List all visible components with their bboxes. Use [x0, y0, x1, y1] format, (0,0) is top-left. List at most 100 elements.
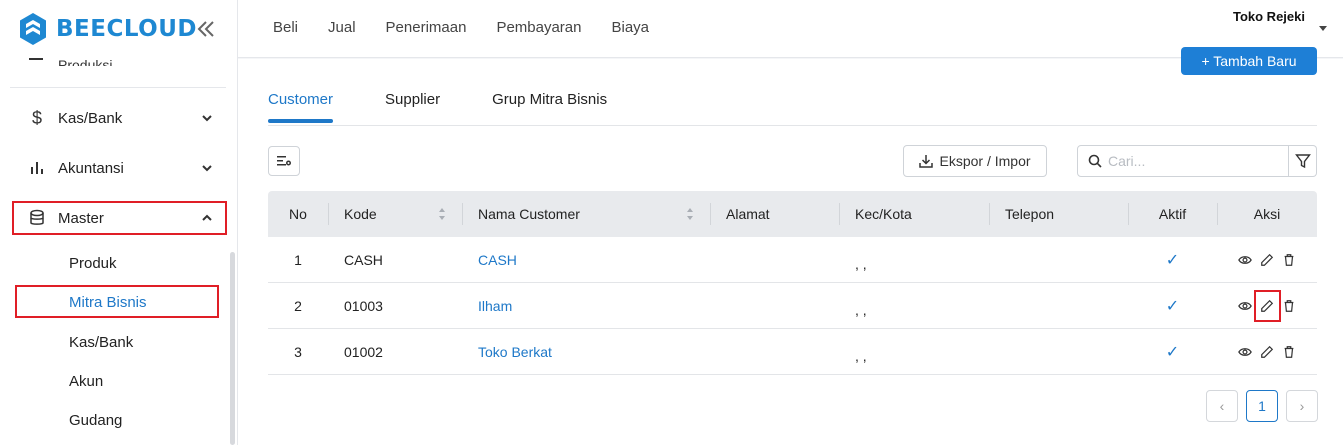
filter-icon [1294, 154, 1311, 169]
cell-alamat [710, 329, 839, 375]
col-telepon: Telepon [989, 191, 1128, 237]
sidebar: BEECLOUD Produksi $ Kas/Bank Akuntansi M… [0, 0, 238, 445]
search-box[interactable] [1077, 145, 1289, 177]
sidebar-item-kas-bank[interactable]: $ Kas/Bank [28, 107, 214, 129]
table-row: 2 01003 Ilham , , ✓ [268, 283, 1317, 329]
cell-telepon [989, 237, 1128, 283]
table-row: 1 CASH CASH , , ✓ [268, 237, 1317, 283]
sort-icon[interactable] [438, 207, 446, 221]
view-eye-icon[interactable] [1238, 345, 1252, 359]
cell-telepon [989, 329, 1128, 375]
page-1-button[interactable]: 1 [1246, 390, 1278, 422]
top-nav: Beli Jual Penerimaan Pembayaran Biaya [273, 19, 649, 36]
sidebar-subitem-gudang[interactable]: Gudang [69, 412, 122, 429]
col-kec-kota: Kec/Kota [839, 191, 989, 237]
brand-name: BEECLOUD [56, 16, 197, 42]
highlight-master [12, 201, 227, 235]
dollar-icon: $ [31, 107, 42, 128]
delete-trash-icon[interactable] [1282, 345, 1296, 359]
col-aktif: Aktif [1128, 191, 1217, 237]
tabs-divider [268, 125, 1317, 126]
customer-table: No Kode Nama Customer Alamat Kec/Kota Te… [268, 191, 1317, 375]
add-new-button[interactable]: + Tambah Baru [1181, 47, 1317, 75]
sidebar-item-label: Akuntansi [58, 159, 124, 177]
cell-kode: 01002 [344, 343, 383, 360]
sidebar-item-label: Produksi [58, 57, 113, 66]
col-alamat: Alamat [710, 191, 839, 237]
sidebar-item-label: Kas/Bank [58, 109, 123, 127]
cell-nama-link[interactable]: CASH [462, 237, 710, 283]
sidebar-scrollbar[interactable] [230, 252, 235, 445]
export-import-label: Ekspor / Impor [939, 153, 1031, 169]
col-aksi: Aksi [1217, 191, 1317, 237]
view-eye-icon[interactable] [1238, 253, 1252, 267]
bar-chart-icon [31, 162, 43, 174]
cell-kode: 01003 [344, 297, 383, 314]
next-page-button[interactable]: › [1286, 390, 1318, 422]
company-name[interactable]: Toko Rejeki [1233, 9, 1305, 24]
topnav-pembayaran[interactable]: Pembayaran [496, 19, 581, 36]
divider [10, 87, 226, 88]
topnav-jual[interactable]: Jual [328, 19, 356, 36]
cell-nama-link[interactable]: Toko Berkat [462, 329, 710, 375]
caret-down-icon[interactable] [1317, 22, 1329, 34]
cell-kota: , , [855, 347, 867, 364]
delete-trash-icon[interactable] [1282, 299, 1296, 313]
topnav-beli[interactable]: Beli [273, 19, 298, 36]
chevron-down-icon [202, 165, 212, 172]
col-nama-customer[interactable]: Nama Customer [462, 191, 710, 237]
column-settings-icon [277, 156, 291, 166]
cell-alamat [710, 283, 839, 329]
cell-aksi [1217, 283, 1317, 329]
collapse-sidebar-icon[interactable] [194, 17, 218, 41]
cell-nama-link[interactable]: Ilham [462, 283, 710, 329]
view-eye-icon[interactable] [1238, 299, 1252, 313]
sidebar-subitem-produk[interactable]: Produk [69, 255, 117, 272]
topnav-biaya[interactable]: Biaya [612, 19, 650, 36]
table-row: 3 01002 Toko Berkat , , ✓ [268, 329, 1317, 375]
topnav-penerimaan[interactable]: Penerimaan [386, 19, 467, 36]
edit-pencil-icon[interactable] [1260, 253, 1274, 267]
highlight-mitra-bisnis [15, 285, 219, 318]
sidebar-item-produksi[interactable]: Produksi [28, 48, 112, 66]
col-no: No [289, 206, 307, 222]
cell-kode: CASH [344, 251, 383, 268]
col-kode-label: Kode [344, 206, 377, 222]
active-check-icon: ✓ [1165, 251, 1180, 269]
tab-supplier[interactable]: Supplier [385, 91, 440, 123]
highlight-edit-button [1254, 289, 1281, 322]
brand-logo[interactable]: BEECLOUD [18, 11, 197, 47]
export-import-button[interactable]: Ekspor / Impor [903, 145, 1047, 177]
tab-grup-mitra-bisnis[interactable]: Grup Mitra Bisnis [492, 91, 607, 123]
col-kode[interactable]: Kode [328, 191, 462, 237]
beecloud-logo-icon [20, 13, 46, 45]
chevron-down-icon [202, 115, 212, 122]
filter-button[interactable] [1289, 145, 1317, 177]
cell-kota: , , [855, 301, 867, 318]
cell-no: 3 [294, 343, 302, 360]
prev-page-button[interactable]: ‹ [1206, 390, 1238, 422]
pagination: ‹ 1 › [1206, 390, 1318, 422]
sidebar-subitem-akun[interactable]: Akun [69, 373, 103, 390]
active-check-icon: ✓ [1165, 297, 1180, 315]
table-header: No Kode Nama Customer Alamat Kec/Kota Te… [268, 191, 1317, 237]
sidebar-subitem-kas-bank[interactable]: Kas/Bank [69, 334, 133, 351]
topbar: Beli Jual Penerimaan Pembayaran Biaya To… [238, 0, 1343, 58]
search-icon [1088, 154, 1102, 168]
delete-trash-icon[interactable] [1282, 253, 1296, 267]
search-input[interactable] [1108, 153, 1278, 169]
sidebar-item-akuntansi[interactable]: Akuntansi [28, 157, 214, 179]
sort-icon[interactable] [686, 207, 694, 221]
cell-kota: , , [855, 255, 867, 272]
tabs: Customer Supplier Grup Mitra Bisnis [268, 91, 607, 123]
active-check-icon: ✓ [1165, 343, 1180, 361]
cell-no: 2 [294, 297, 302, 314]
column-settings-button[interactable] [268, 146, 300, 176]
factory-icon [29, 58, 43, 60]
main-content: + Tambah Baru Customer Supplier Grup Mit… [238, 47, 1343, 445]
cell-alamat [710, 237, 839, 283]
tab-customer[interactable]: Customer [268, 91, 334, 123]
cell-aksi [1217, 329, 1317, 375]
cell-telepon [989, 283, 1128, 329]
edit-pencil-icon[interactable] [1260, 345, 1274, 359]
